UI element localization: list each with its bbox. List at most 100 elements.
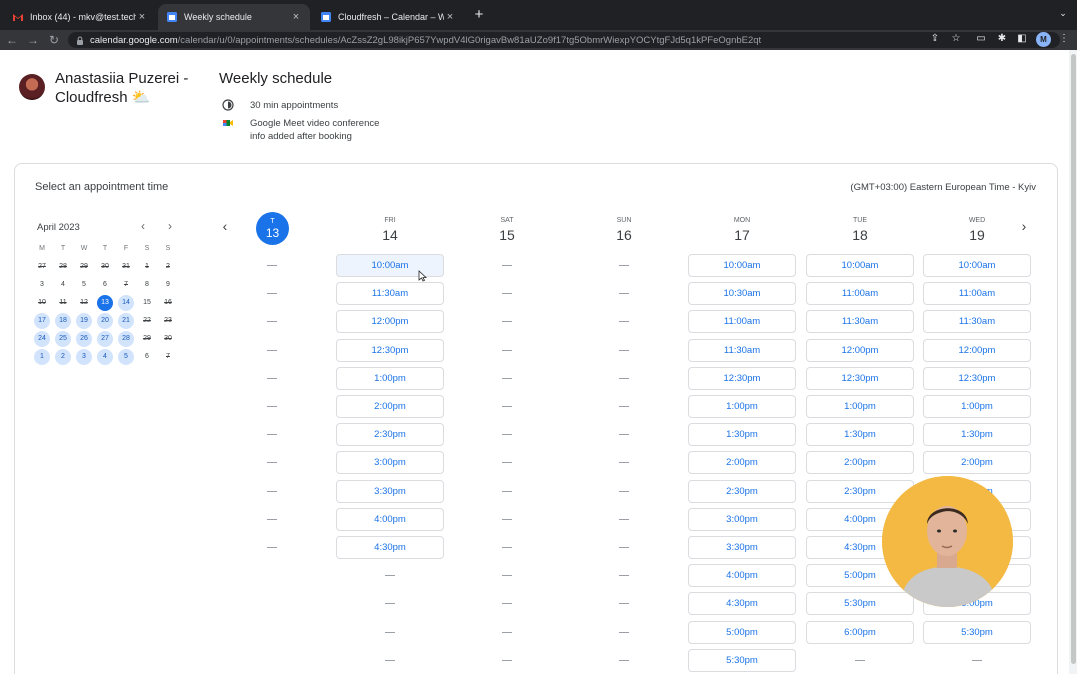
no-slot-dash	[619, 491, 629, 492]
close-tab-icon[interactable]: ×	[136, 11, 148, 23]
time-slot-button[interactable]: 11:30am	[923, 310, 1031, 333]
day-number: 19	[969, 227, 985, 243]
time-slot-button[interactable]: 12:30pm	[923, 367, 1031, 390]
side-panel-icon[interactable]: ◧	[1016, 33, 1028, 45]
mini-calendar-day[interactable]: 17	[34, 313, 50, 329]
time-slot-button[interactable]: 3:30pm	[688, 536, 796, 559]
day-dow: SAT	[500, 217, 514, 224]
time-slot-button[interactable]: 12:30pm	[688, 367, 796, 390]
tab-weekly-schedule[interactable]: Weekly schedule ×	[158, 4, 310, 30]
time-slot-button[interactable]: 12:00pm	[806, 339, 914, 362]
page-scrollbar[interactable]	[1069, 50, 1077, 674]
mini-calendar-day[interactable]: 19	[76, 313, 92, 329]
no-slot-dash	[502, 632, 512, 633]
time-slot-button[interactable]: 1:00pm	[806, 395, 914, 418]
mini-calendar-day[interactable]: 24	[34, 331, 50, 347]
prev-week-icon[interactable]: ‹	[218, 219, 232, 233]
no-slot-dash	[619, 547, 629, 548]
time-slot-button[interactable]: 2:00pm	[806, 451, 914, 474]
time-slot-button[interactable]: 2:00pm	[688, 451, 796, 474]
time-slot-button[interactable]: 1:30pm	[806, 423, 914, 446]
time-slot-button[interactable]: 10:30am	[688, 282, 796, 305]
tab-label: Weekly schedule	[184, 12, 252, 22]
time-slot-button[interactable]: 5:30pm	[806, 592, 914, 615]
time-slot-button[interactable]: 5:30pm	[688, 649, 796, 672]
extensions-icon[interactable]: ✱	[996, 33, 1008, 45]
time-slot-button[interactable]: 5:30pm	[923, 621, 1031, 644]
today-indicator[interactable]: T 13	[256, 212, 289, 245]
tab-inbox[interactable]: Inbox (44) - mkv@test.techsv ×	[4, 4, 156, 30]
time-slot-button[interactable]: 12:00pm	[923, 339, 1031, 362]
time-slot-button[interactable]: 1:00pm	[336, 367, 444, 390]
time-slot-button[interactable]: 10:00am	[923, 254, 1031, 277]
new-tab-icon[interactable]: +	[472, 7, 486, 22]
forward-icon[interactable]: →	[26, 33, 40, 47]
mini-calendar-day[interactable]: 14	[118, 295, 134, 311]
mini-calendar-dow: T	[60, 245, 66, 252]
time-slot-button[interactable]: 10:00am	[806, 254, 914, 277]
scrollbar-thumb[interactable]	[1071, 54, 1076, 664]
share-icon[interactable]: ⇪	[929, 33, 941, 45]
time-slot-button[interactable]: 1:30pm	[923, 423, 1031, 446]
time-slot-button[interactable]: 4:00pm	[688, 564, 796, 587]
no-slot-dash	[502, 434, 512, 435]
time-slot-button[interactable]: 11:00am	[688, 310, 796, 333]
mini-calendar-day[interactable]: 1	[34, 349, 50, 365]
back-icon[interactable]: ←	[5, 33, 19, 47]
mini-calendar-day[interactable]: 18	[55, 313, 71, 329]
mini-calendar-day: 6	[145, 353, 149, 360]
time-slot-button[interactable]: 3:00pm	[336, 451, 444, 474]
mini-calendar-day[interactable]: 25	[55, 331, 71, 347]
mini-calendar-day[interactable]: 28	[118, 331, 134, 347]
time-slot-button[interactable]: 4:30pm	[336, 536, 444, 559]
time-slot-button[interactable]: 11:00am	[806, 282, 914, 305]
time-slot-button[interactable]: 2:00pm	[336, 395, 444, 418]
day-number: 18	[852, 227, 868, 243]
profile-avatar[interactable]: M	[1036, 32, 1051, 47]
tab-cloudfresh-calendar[interactable]: Cloudfresh – Calendar – Week ×	[312, 4, 464, 30]
time-slot-button[interactable]: 4:30pm	[688, 592, 796, 615]
mini-calendar-day: 11	[59, 299, 67, 306]
time-slot-button[interactable]: 4:00pm	[336, 508, 444, 531]
time-slot-button[interactable]: 2:30pm	[688, 480, 796, 503]
star-icon[interactable]: ☆	[950, 33, 962, 45]
more-menu-icon[interactable]: ⋮	[1058, 33, 1070, 45]
time-slot-button[interactable]: 5:00pm	[688, 621, 796, 644]
mini-next-month-icon[interactable]: ›	[164, 220, 176, 232]
time-slot-button[interactable]: 12:30pm	[336, 339, 444, 362]
day-header-fri: FRI 14	[336, 212, 444, 244]
time-slot-button[interactable]: 10:00am	[688, 254, 796, 277]
time-slot-button[interactable]: 3:30pm	[336, 480, 444, 503]
time-slot-button[interactable]: 11:30am	[336, 282, 444, 305]
time-slot-button[interactable]: 11:00am	[923, 282, 1031, 305]
time-slot-button[interactable]: 12:30pm	[806, 367, 914, 390]
mini-calendar-day[interactable]: 3	[76, 349, 92, 365]
time-slot-button[interactable]: 2:30pm	[336, 423, 444, 446]
mini-calendar-day[interactable]: 4	[97, 349, 113, 365]
mini-calendar-day[interactable]: 21	[118, 313, 134, 329]
time-slot-button[interactable]: 6:00pm	[806, 621, 914, 644]
mini-calendar-day[interactable]: 27	[97, 331, 113, 347]
close-tab-icon[interactable]: ×	[444, 11, 456, 23]
time-slot-button[interactable]: 12:00pm	[336, 310, 444, 333]
time-slot-button[interactable]: 11:30am	[806, 310, 914, 333]
mini-prev-month-icon[interactable]: ‹	[137, 220, 149, 232]
time-slot-button[interactable]: 1:00pm	[923, 395, 1031, 418]
mini-calendar-day[interactable]: 5	[118, 349, 134, 365]
address-bar[interactable]: calendar.google.com/calendar/u/0/appoint…	[68, 32, 1060, 48]
reload-icon[interactable]: ↻	[47, 33, 61, 47]
timezone-selector[interactable]: (GMT+03:00) Eastern European Time - Kyiv	[760, 182, 1036, 193]
time-slot-button[interactable]: 3:00pm	[688, 508, 796, 531]
time-slot-button[interactable]: 11:30am	[688, 339, 796, 362]
mini-calendar-day[interactable]: 20	[97, 313, 113, 329]
time-slot-button[interactable]: 2:00pm	[923, 451, 1031, 474]
chevron-down-icon[interactable]: ⌄	[1057, 8, 1069, 22]
mini-calendar-day[interactable]: 13	[97, 295, 113, 311]
time-slot-button[interactable]: 10:00am	[336, 254, 444, 277]
cast-icon[interactable]: ▭	[975, 33, 987, 45]
time-slot-button[interactable]: 1:00pm	[688, 395, 796, 418]
mini-calendar-day[interactable]: 2	[55, 349, 71, 365]
close-tab-icon[interactable]: ×	[290, 11, 302, 23]
time-slot-button[interactable]: 1:30pm	[688, 423, 796, 446]
mini-calendar-day[interactable]: 26	[76, 331, 92, 347]
